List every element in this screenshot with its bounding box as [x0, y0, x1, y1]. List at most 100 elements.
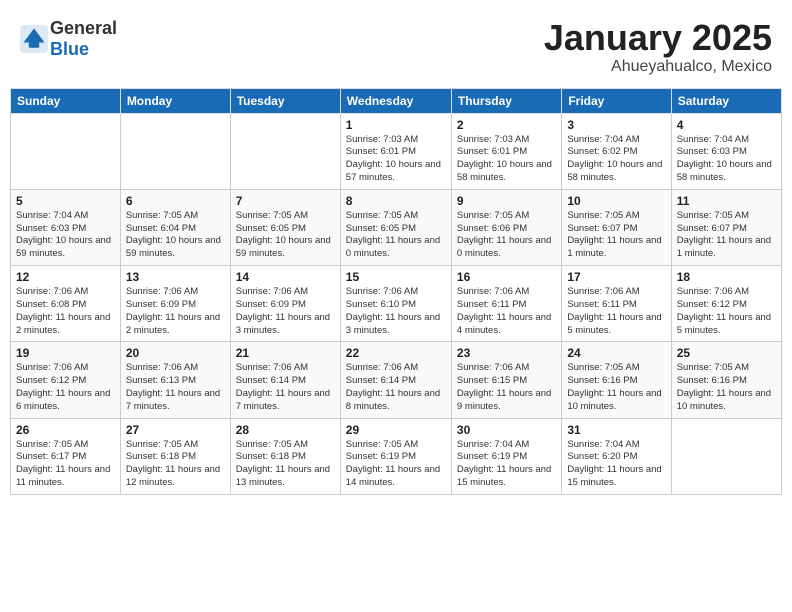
month-title: January 2025	[544, 18, 772, 58]
calendar-cell: 26Sunrise: 7:05 AM Sunset: 6:17 PM Dayli…	[11, 418, 121, 494]
day-number: 30	[457, 423, 556, 437]
calendar-cell: 25 Sunrise: 7:05 AM Sunset: 6:16 PM Dayli…	[671, 342, 781, 418]
calendar-cell: 28 Sunrise: 7:05 AM Sunset: 6:18 PM Dayli…	[230, 418, 340, 494]
calendar-cell: 27 Sunrise: 7:05 AM Sunset: 6:18 PM Dayli…	[120, 418, 230, 494]
calendar-cell: 29Sunrise: 7:05 AM Sunset: 6:19 PM Dayli…	[340, 418, 451, 494]
calendar-week-row: 12Sunrise: 7:06 AM Sunset: 6:08 PM Dayli…	[11, 266, 782, 342]
day-number: 25	[677, 346, 776, 360]
calendar-cell: 18 Sunrise: 7:06 AM Sunset: 6:12 PM Dayli…	[671, 266, 781, 342]
calendar-cell: 30 Sunrise: 7:04 AM Sunset: 6:19 PM Dayli…	[451, 418, 561, 494]
weekday-header-cell: Sunday	[11, 88, 121, 113]
weekday-header-cell: Thursday	[451, 88, 561, 113]
day-number: 23	[457, 346, 556, 360]
day-info: Sunrise: 7:04 AM Sunset: 6:03 PM Dayligh…	[16, 210, 115, 261]
day-info: Sunrise: 7:05 AM Sunset: 6:16 PM Dayligh…	[677, 362, 776, 413]
day-number: 18	[677, 270, 776, 284]
day-number: 6	[126, 194, 225, 208]
day-info: Sunrise: 7:04 AM Sunset: 6:03 PM Dayligh…	[677, 134, 776, 185]
day-number: 3	[567, 118, 665, 132]
calendar-cell: 8 Sunrise: 7:05 AM Sunset: 6:05 PM Daylig…	[340, 189, 451, 265]
day-number: 20	[126, 346, 225, 360]
day-number: 10	[567, 194, 665, 208]
calendar-cell: 21 Sunrise: 7:06 AM Sunset: 6:14 PM Dayli…	[230, 342, 340, 418]
calendar-week-row: 5 Sunrise: 7:04 AM Sunset: 6:03 PM Daylig…	[11, 189, 782, 265]
weekday-header-cell: Wednesday	[340, 88, 451, 113]
calendar-cell: 31Sunrise: 7:04 AM Sunset: 6:20 PM Dayli…	[562, 418, 671, 494]
day-number: 7	[236, 194, 335, 208]
day-number: 22	[346, 346, 446, 360]
day-info: Sunrise: 7:05 AM Sunset: 6:04 PM Dayligh…	[126, 210, 225, 261]
day-info: Sunrise: 7:06 AM Sunset: 6:12 PM Dayligh…	[677, 286, 776, 337]
day-info: Sunrise: 7:05 AM Sunset: 6:05 PM Dayligh…	[236, 210, 335, 261]
calendar-cell: 22 Sunrise: 7:06 AM Sunset: 6:14 PM Dayli…	[340, 342, 451, 418]
day-info: Sunrise: 7:05 AM Sunset: 6:07 PM Dayligh…	[677, 210, 776, 261]
calendar-body: 1 Sunrise: 7:03 AM Sunset: 6:01 PM Daylig…	[11, 113, 782, 494]
day-info: Sunrise: 7:06 AM Sunset: 6:09 PM Dayligh…	[236, 286, 335, 337]
day-info: Sunrise: 7:05 AM Sunset: 6:07 PM Dayligh…	[567, 210, 665, 261]
day-number: 9	[457, 194, 556, 208]
calendar-cell: 9 Sunrise: 7:05 AM Sunset: 6:06 PM Daylig…	[451, 189, 561, 265]
day-number: 28	[236, 423, 335, 437]
day-number: 1	[346, 118, 446, 132]
calendar-cell	[671, 418, 781, 494]
location-title: Ahueyahualco, Mexico	[544, 58, 772, 76]
day-info: Sunrise: 7:06 AM Sunset: 6:15 PM Dayligh…	[457, 362, 556, 413]
day-info: Sunrise: 7:06 AM Sunset: 6:14 PM Dayligh…	[236, 362, 335, 413]
calendar-cell: 7 Sunrise: 7:05 AM Sunset: 6:05 PM Daylig…	[230, 189, 340, 265]
logo-icon	[20, 25, 48, 53]
day-info: Sunrise: 7:05 AM Sunset: 6:18 PM Dayligh…	[126, 439, 225, 490]
calendar-table: SundayMondayTuesdayWednesdayThursdayFrid…	[10, 88, 782, 495]
weekday-header-cell: Monday	[120, 88, 230, 113]
calendar-cell: 19 Sunrise: 7:06 AM Sunset: 6:12 PM Dayli…	[11, 342, 121, 418]
calendar-cell: 11 Sunrise: 7:05 AM Sunset: 6:07 PM Dayli…	[671, 189, 781, 265]
day-info: Sunrise: 7:03 AM Sunset: 6:01 PM Dayligh…	[346, 134, 446, 185]
day-info: Sunrise: 7:06 AM Sunset: 6:13 PM Dayligh…	[126, 362, 225, 413]
day-number: 27	[126, 423, 225, 437]
day-info: Sunrise: 7:05 AM Sunset: 6:06 PM Dayligh…	[457, 210, 556, 261]
day-info: Sunrise: 7:05 AM Sunset: 6:18 PM Dayligh…	[236, 439, 335, 490]
day-number: 16	[457, 270, 556, 284]
day-info: Sunrise: 7:04 AM Sunset: 6:19 PM Dayligh…	[457, 439, 556, 490]
day-info: Sunrise: 7:06 AM Sunset: 6:14 PM Dayligh…	[346, 362, 446, 413]
calendar-cell	[230, 113, 340, 189]
day-info: Sunrise: 7:03 AM Sunset: 6:01 PM Dayligh…	[457, 134, 556, 185]
weekday-header-cell: Saturday	[671, 88, 781, 113]
calendar-cell: 14 Sunrise: 7:06 AM Sunset: 6:09 PM Dayli…	[230, 266, 340, 342]
day-number: 19	[16, 346, 115, 360]
day-info: Sunrise: 7:06 AM Sunset: 6:11 PM Dayligh…	[457, 286, 556, 337]
calendar-cell: 4 Sunrise: 7:04 AM Sunset: 6:03 PM Daylig…	[671, 113, 781, 189]
weekday-header-cell: Friday	[562, 88, 671, 113]
day-info: Sunrise: 7:06 AM Sunset: 6:10 PM Dayligh…	[346, 286, 446, 337]
calendar-week-row: 19 Sunrise: 7:06 AM Sunset: 6:12 PM Dayli…	[11, 342, 782, 418]
day-number: 14	[236, 270, 335, 284]
calendar-cell: 20 Sunrise: 7:06 AM Sunset: 6:13 PM Dayli…	[120, 342, 230, 418]
day-info: Sunrise: 7:05 AM Sunset: 6:17 PM Dayligh…	[16, 439, 115, 490]
calendar-cell: 12Sunrise: 7:06 AM Sunset: 6:08 PM Dayli…	[11, 266, 121, 342]
day-number: 8	[346, 194, 446, 208]
day-number: 15	[346, 270, 446, 284]
calendar-cell: 1 Sunrise: 7:03 AM Sunset: 6:01 PM Daylig…	[340, 113, 451, 189]
calendar-week-row: 1 Sunrise: 7:03 AM Sunset: 6:01 PM Daylig…	[11, 113, 782, 189]
day-info: Sunrise: 7:06 AM Sunset: 6:09 PM Dayligh…	[126, 286, 225, 337]
day-info: Sunrise: 7:05 AM Sunset: 6:05 PM Dayligh…	[346, 210, 446, 261]
day-info: Sunrise: 7:05 AM Sunset: 6:19 PM Dayligh…	[346, 439, 446, 490]
day-number: 17	[567, 270, 665, 284]
calendar-cell: 15 Sunrise: 7:06 AM Sunset: 6:10 PM Dayli…	[340, 266, 451, 342]
calendar-cell: 6 Sunrise: 7:05 AM Sunset: 6:04 PM Daylig…	[120, 189, 230, 265]
day-number: 2	[457, 118, 556, 132]
calendar-week-row: 26Sunrise: 7:05 AM Sunset: 6:17 PM Dayli…	[11, 418, 782, 494]
logo-blue: Blue	[50, 39, 89, 59]
calendar-cell: 16 Sunrise: 7:06 AM Sunset: 6:11 PM Dayli…	[451, 266, 561, 342]
calendar-cell: 2 Sunrise: 7:03 AM Sunset: 6:01 PM Daylig…	[451, 113, 561, 189]
calendar-cell: 23 Sunrise: 7:06 AM Sunset: 6:15 PM Dayli…	[451, 342, 561, 418]
day-info: Sunrise: 7:06 AM Sunset: 6:12 PM Dayligh…	[16, 362, 115, 413]
day-number: 5	[16, 194, 115, 208]
day-number: 21	[236, 346, 335, 360]
calendar-cell: 17Sunrise: 7:06 AM Sunset: 6:11 PM Dayli…	[562, 266, 671, 342]
calendar-cell	[120, 113, 230, 189]
day-number: 4	[677, 118, 776, 132]
calendar-cell: 24Sunrise: 7:05 AM Sunset: 6:16 PM Dayli…	[562, 342, 671, 418]
day-info: Sunrise: 7:04 AM Sunset: 6:20 PM Dayligh…	[567, 439, 665, 490]
day-number: 24	[567, 346, 665, 360]
day-number: 11	[677, 194, 776, 208]
